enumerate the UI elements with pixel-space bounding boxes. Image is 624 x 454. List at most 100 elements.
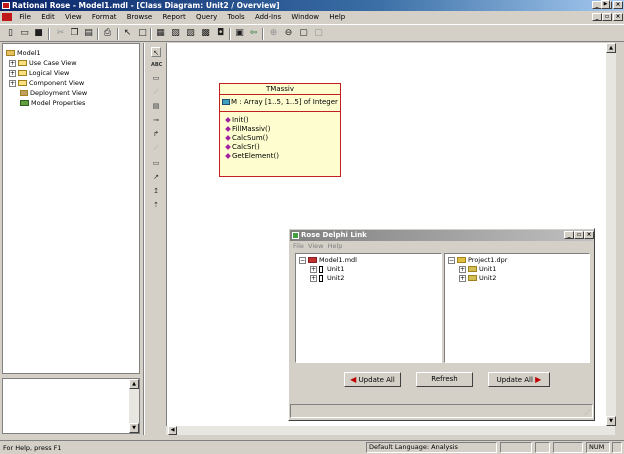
expand-icon[interactable]: + — [459, 265, 466, 273]
zoom-in-icon[interactable]: ⊕ — [268, 28, 279, 39]
save-icon[interactable]: ■ — [33, 28, 44, 39]
scroll-up-icon[interactable]: ▲ — [606, 43, 616, 53]
class-diagram-icon[interactable]: ▦ — [155, 28, 166, 39]
project-unit1-node[interactable]: + Unit1 — [459, 265, 496, 274]
menu-file[interactable]: File — [15, 11, 35, 24]
title-bar: Rational Rose - Model1.mdl - [Class Diag… — [0, 0, 624, 11]
print-icon[interactable]: ⎙ — [102, 28, 113, 39]
class-tool-icon[interactable]: ▤ — [151, 101, 161, 111]
collapse-icon[interactable]: − — [299, 256, 306, 264]
scroll-down-icon[interactable]: ▼ — [129, 423, 139, 433]
class-tmassiv[interactable]: TMassiv M : Array [1..5, 1..5] of Intege… — [219, 83, 341, 177]
generalization-tool-icon[interactable]: ↥ — [151, 186, 161, 196]
open-icon[interactable]: ▭ — [19, 28, 30, 39]
paste-icon[interactable]: ▤ — [83, 28, 94, 39]
anchor-tool-icon[interactable]: ⟋ — [151, 87, 161, 97]
package-tool-icon[interactable]: ▭ — [151, 158, 161, 168]
association-tool-icon[interactable]: ↱ — [151, 129, 161, 139]
doc-minimize-button[interactable]: _ — [592, 13, 602, 21]
fit-in-window-icon[interactable]: ▢ — [298, 28, 309, 39]
menu-view[interactable]: View — [61, 11, 86, 24]
expand-icon[interactable]: + — [9, 79, 16, 87]
diagram-vscrollbar[interactable]: ▲ ▼ — [606, 43, 616, 426]
menu-tools[interactable]: Tools — [223, 11, 248, 24]
expand-icon[interactable]: + — [9, 69, 16, 77]
tree-item-deployment-view[interactable]: Deployment View — [20, 89, 87, 98]
update-all-left-button[interactable]: ◀ Update All — [344, 372, 401, 387]
rose-model-tree[interactable]: − Model1.mdl + Unit1 + Unit2 — [295, 253, 442, 363]
update-all-left-label: Update All — [358, 376, 395, 384]
new-icon[interactable]: ▯ — [5, 28, 16, 39]
interaction-diagram-icon[interactable]: ▧ — [170, 28, 181, 39]
expand-icon[interactable]: + — [459, 274, 466, 282]
delphi-title-bar[interactable]: Rose Delphi Link _ ▫ × — [290, 230, 594, 241]
delphi-menu-help[interactable]: Help — [328, 242, 343, 250]
compartment-divider — [220, 111, 340, 112]
operation-text: GetElement() — [232, 152, 279, 160]
collapse-icon[interactable]: − — [448, 256, 455, 264]
expand-icon[interactable]: + — [310, 274, 317, 282]
model-unit1-node[interactable]: + Unit1 — [310, 265, 344, 274]
interface-tool-icon[interactable]: ⊸ — [151, 115, 161, 125]
project-unit2-node[interactable]: + Unit2 — [459, 274, 496, 283]
menu-edit[interactable]: Edit — [37, 11, 59, 24]
undo-fit-icon[interactable]: ▢ — [313, 28, 324, 39]
delphi-maximize-button[interactable]: ▫ — [574, 231, 584, 239]
selection-tool-icon[interactable]: ↖ — [151, 47, 161, 57]
close-button[interactable]: × — [613, 1, 623, 9]
operation-getelement: GetElement() — [225, 152, 279, 161]
state-diagram-icon[interactable]: ▩ — [200, 28, 211, 39]
browse-parent-icon[interactable]: ▣ — [234, 28, 245, 39]
tree-root-model[interactable]: Model1 — [6, 49, 41, 58]
scroll-right-icon[interactable]: ▶ — [601, 0, 610, 9]
update-all-right-button[interactable]: Update All ▶ — [488, 372, 550, 387]
menu-help[interactable]: Help — [325, 11, 349, 24]
delphi-project-tree[interactable]: − Project1.dpr + Unit1 + Unit2 — [444, 253, 590, 363]
model-root-node[interactable]: − Model1.mdl — [299, 256, 357, 265]
expand-icon[interactable]: + — [9, 59, 16, 67]
expand-icon[interactable]: + — [310, 265, 317, 273]
tree-item-component-view[interactable]: + Component View — [9, 79, 84, 88]
menu-report[interactable]: Report — [158, 11, 189, 24]
model-unit2-node[interactable]: + Unit2 — [310, 274, 344, 283]
zoom-out-icon[interactable]: ⊖ — [283, 28, 294, 39]
aggregation-tool-icon[interactable]: ⟋ — [151, 143, 161, 153]
menu-window[interactable]: Window — [287, 11, 323, 24]
previous-diagram-icon[interactable]: ⇦ — [248, 28, 259, 39]
delphi-menu-view[interactable]: View — [308, 242, 323, 250]
document-icon[interactable] — [2, 13, 12, 21]
dependency-tool-icon[interactable]: ↗ — [151, 172, 161, 182]
doc-scrollbar[interactable]: ▲ ▼ — [129, 379, 139, 433]
doc-close-button[interactable]: × — [613, 13, 623, 21]
doc-restore-button[interactable]: ▫ — [602, 13, 612, 21]
diagram-hscrollbar[interactable]: ◀ ▶ — [166, 0, 615, 435]
refresh-button[interactable]: Refresh — [416, 372, 473, 387]
delphi-close-button[interactable]: × — [584, 231, 594, 239]
unit-icon — [319, 274, 323, 282]
scroll-up-icon[interactable]: ▲ — [129, 379, 139, 389]
cut-icon[interactable]: ✂ — [55, 28, 66, 39]
scroll-left-icon[interactable]: ◀ — [168, 426, 177, 435]
documentation-window[interactable]: ▲ ▼ — [2, 378, 140, 434]
menu-add-ins[interactable]: Add-Ins — [251, 11, 285, 24]
deployment-diagram-icon[interactable]: ◘ — [215, 28, 226, 39]
vertical-splitter[interactable] — [143, 43, 145, 435]
menu-format[interactable]: Format — [88, 11, 121, 24]
delphi-minimize-button[interactable]: _ — [564, 231, 574, 239]
realize-tool-icon[interactable]: ⇡ — [151, 200, 161, 210]
tree-item-use-case-view[interactable]: + Use Case View — [9, 59, 77, 68]
scroll-down-icon[interactable]: ▼ — [606, 416, 616, 426]
project-root-node[interactable]: − Project1.dpr — [448, 256, 507, 265]
delphi-menu-file[interactable]: File — [293, 242, 304, 250]
note-tool-icon[interactable]: ▭ — [151, 73, 161, 83]
component-diagram-icon[interactable]: ▨ — [185, 28, 196, 39]
tree-item-model-properties[interactable]: Model Properties — [20, 99, 85, 108]
text-tool[interactable]: ABC — [151, 60, 162, 70]
context-help-icon[interactable]: ↖ — [122, 28, 133, 39]
copy-icon[interactable]: ❐ — [69, 28, 80, 39]
menu-query[interactable]: Query — [192, 11, 221, 24]
tree-item-logical-view[interactable]: + Logical View — [9, 69, 69, 78]
rose-delphi-link-window[interactable]: Rose Delphi Link _ ▫ × File View Help − M… — [288, 228, 595, 421]
browse-icon[interactable]: □ — [137, 28, 148, 39]
menu-browse[interactable]: Browse — [123, 11, 157, 24]
